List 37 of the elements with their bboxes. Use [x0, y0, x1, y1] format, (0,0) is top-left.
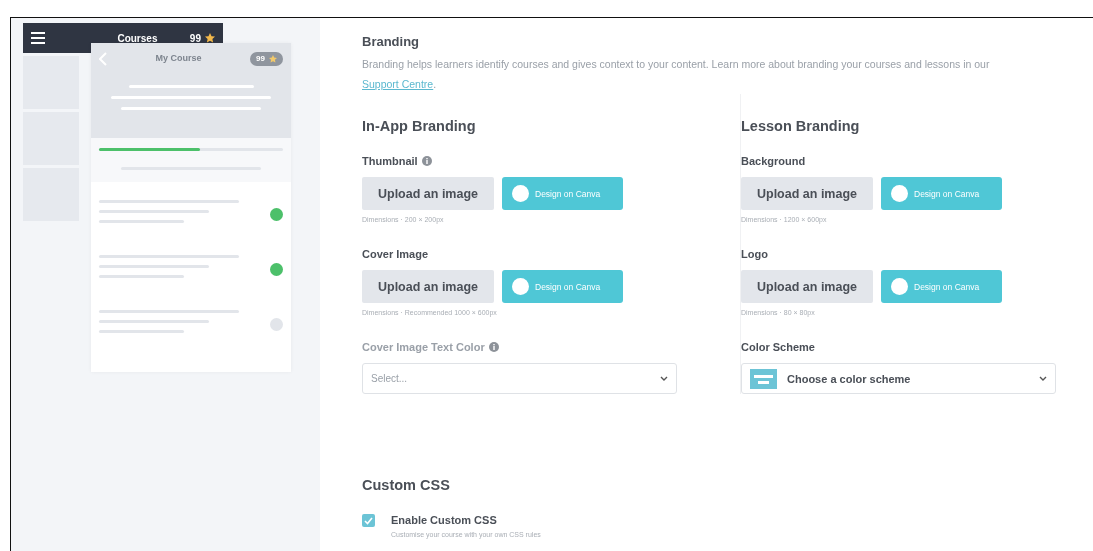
- canva-button[interactable]: Design on Canva: [881, 270, 1002, 304]
- canva-logo-icon: [891, 185, 908, 203]
- field-label: Thumbnail: [362, 154, 418, 169]
- color-scheme-select[interactable]: Choose a color scheme: [741, 363, 1056, 395]
- field-label: Cover Image: [362, 247, 429, 262]
- canva-logo-icon: [891, 278, 908, 296]
- group-title: Lesson Branding: [741, 117, 861, 135]
- canva-button[interactable]: Design on Canva: [502, 270, 623, 304]
- header-title: Courses: [116, 31, 158, 46]
- chevron-down-icon: [1039, 376, 1047, 382]
- field-label: Logo: [741, 247, 768, 262]
- course-title: My Course: [154, 52, 203, 66]
- field-label: Cover Image Text Color: [362, 340, 485, 355]
- canva-button[interactable]: Design on Canva: [502, 177, 623, 211]
- score-text: 99: [189, 31, 201, 46]
- section-title: Branding: [362, 34, 421, 50]
- canva-logo-icon: [512, 185, 529, 203]
- field-label: Color Scheme: [741, 340, 815, 355]
- section-description: Branding helps learners identify courses and gives context to your content. Learn more about branding your courses and lessons in our Support Centre.: [362, 56, 991, 92]
- palette-icon: [750, 369, 777, 389]
- canva-logo-icon: [512, 278, 529, 296]
- checkbox[interactable]: [362, 514, 375, 528]
- upload-button[interactable]: Upload an image: [741, 177, 873, 211]
- score-text: 99: [256, 53, 265, 65]
- chevron-down-icon: [660, 376, 668, 382]
- upload-button[interactable]: Upload an image: [362, 270, 494, 304]
- canva-button[interactable]: Design on Canva: [881, 177, 1002, 211]
- star-icon: [269, 55, 277, 63]
- upload-button[interactable]: Upload an image: [741, 270, 873, 304]
- upload-button[interactable]: Upload an image: [362, 177, 494, 211]
- field-label: Background: [741, 154, 806, 169]
- star-icon: [205, 33, 215, 43]
- section-title: Custom CSS: [362, 477, 451, 495]
- group-title: In-App Branding: [362, 117, 477, 135]
- info-icon[interactable]: [421, 156, 432, 167]
- menu-icon[interactable]: [31, 32, 45, 44]
- option-label: Enable Custom CSS: [391, 513, 497, 529]
